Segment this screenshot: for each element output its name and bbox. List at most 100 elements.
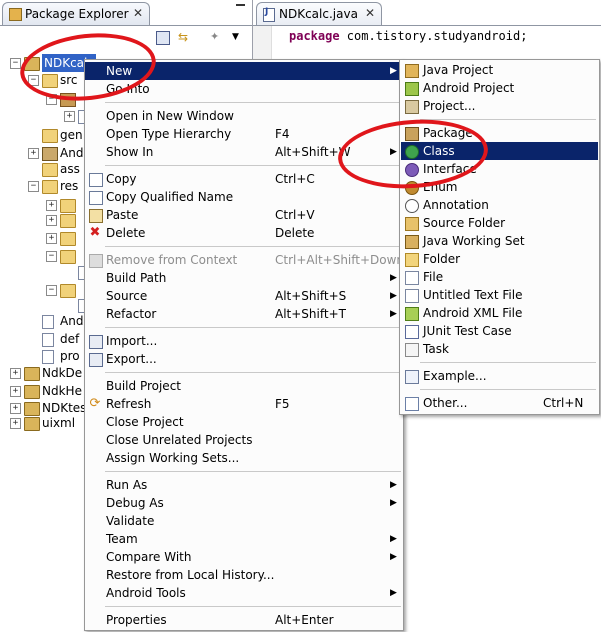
menu-item-shortcut: F5: [275, 397, 290, 411]
expand-icon[interactable]: +: [28, 148, 39, 159]
collapse-icon[interactable]: −: [10, 58, 21, 69]
project-icon: [24, 417, 40, 431]
menu-item-label: Java Working Set: [423, 234, 525, 248]
menu-item-debug-as[interactable]: Debug As ▶: [85, 494, 403, 512]
expand-icon[interactable]: +: [10, 386, 21, 397]
menu-item-java-project[interactable]: Java Project: [401, 61, 598, 79]
menu-item-file[interactable]: File: [401, 268, 598, 286]
menu-item-label: Assign Working Sets...: [106, 451, 240, 465]
menu-item-project[interactable]: Project...: [401, 97, 598, 115]
menu-item-task[interactable]: Task: [401, 340, 598, 358]
menu-item-example[interactable]: Example...: [401, 367, 598, 385]
srcf-icon: [405, 217, 419, 231]
menu-item-close-unrelated-projects[interactable]: Close Unrelated Projects: [85, 431, 403, 449]
menu-item-close-project[interactable]: Close Project: [85, 413, 403, 431]
expand-icon[interactable]: +: [10, 368, 21, 379]
expand-icon[interactable]: +: [10, 403, 21, 414]
menu-item-run-as[interactable]: Run As ▶: [85, 476, 403, 494]
collapse-all-icon[interactable]: [156, 31, 170, 45]
menu-item-shortcut: Alt+Shift+T: [275, 307, 346, 321]
menu-item-shortcut: F4: [275, 127, 290, 141]
folder-icon: [60, 232, 76, 246]
package-explorer-icon: [9, 8, 22, 21]
expand-icon[interactable]: +: [64, 111, 75, 122]
menu-separator: [105, 372, 401, 373]
submenu-arrow-icon: ▶: [390, 309, 397, 319]
menu-item-untitled-text-file[interactable]: Untitled Text File: [401, 286, 598, 304]
menu-item-junit-test-case[interactable]: JUnit Test Case: [401, 322, 598, 340]
menu-item-annotation[interactable]: Annotation: [401, 196, 598, 214]
menu-separator: [420, 362, 596, 363]
menu-separator: [420, 119, 596, 120]
menu-item-open-in-new-window[interactable]: Open in New Window: [85, 107, 403, 125]
submenu-arrow-icon: ▶: [390, 534, 397, 544]
menu-item-label: Restore from Local History...: [106, 568, 275, 582]
menu-item-team[interactable]: Team ▶: [85, 530, 403, 548]
menu-item-label: Run As: [106, 478, 148, 492]
file-icon: [42, 333, 54, 347]
close-icon[interactable]: ✕: [365, 6, 375, 20]
menu-item-export[interactable]: Export...: [85, 350, 403, 368]
menu-item-properties[interactable]: Properties Alt+Enter: [85, 611, 403, 629]
menu-item-refresh[interactable]: ⟳ Refresh F5: [85, 395, 403, 413]
menu-item-label: File: [423, 270, 444, 284]
menu-item-label: Paste: [106, 208, 139, 222]
collapse-icon[interactable]: −: [46, 285, 57, 296]
menu-item-import[interactable]: Import...: [85, 332, 403, 350]
view-menu-icon[interactable]: ✦: [210, 31, 222, 43]
remove-icon: [89, 254, 103, 268]
expand-icon[interactable]: +: [46, 215, 57, 226]
junit-icon: [405, 325, 419, 339]
menu-item-assign-working-sets[interactable]: Assign Working Sets...: [85, 449, 403, 467]
menu-separator: [105, 471, 401, 472]
tree-item-label: NdkHe: [42, 384, 82, 398]
menu-item-refactor[interactable]: Refactor Alt+Shift+T ▶: [85, 305, 403, 323]
annot-icon: [405, 199, 419, 213]
editor-tab-label: NDKcalc.java: [279, 7, 358, 21]
menu-item-java-working-set[interactable]: Java Working Set: [401, 232, 598, 250]
menu-item-build-project[interactable]: Build Project: [85, 377, 403, 395]
menu-item-validate[interactable]: Validate: [85, 512, 403, 530]
menu-item-android-tools[interactable]: Android Tools ▶: [85, 584, 403, 602]
menu-item-shortcut: Ctrl+V: [275, 208, 315, 222]
menu-item-label: Build Path: [106, 271, 167, 285]
submenu-arrow-icon: ▶: [390, 480, 397, 490]
menu-item-source-folder[interactable]: Source Folder: [401, 214, 598, 232]
folder-icon: [405, 253, 419, 267]
menu-item-delete[interactable]: ✖ Delete Delete: [85, 224, 403, 242]
link-with-editor-icon[interactable]: ⇆: [178, 31, 190, 43]
file-icon: [405, 271, 419, 285]
package-explorer-tab[interactable]: Package Explorer ✕: [2, 2, 150, 25]
menu-item-other[interactable]: Other... Ctrl+N: [401, 394, 598, 412]
menu-item-label: Untitled Text File: [423, 288, 523, 302]
close-icon[interactable]: ✕: [133, 6, 143, 20]
menu-item-source[interactable]: Source Alt+Shift+S ▶: [85, 287, 403, 305]
menu-item-shortcut: Delete: [275, 226, 315, 240]
expand-icon[interactable]: +: [46, 233, 57, 244]
menu-item-android-project[interactable]: Android Project: [401, 79, 598, 97]
menu-item-paste[interactable]: Paste Ctrl+V: [85, 206, 403, 224]
lib-icon: [42, 147, 58, 161]
chevron-down-icon[interactable]: ▼: [232, 31, 244, 43]
axml-icon: [405, 307, 419, 321]
menu-item-copy-qualified-name[interactable]: Copy Qualified Name: [85, 188, 403, 206]
menu-item-label: Close Project: [106, 415, 184, 429]
collapse-icon[interactable]: −: [46, 251, 57, 262]
editor-tab-ndkcalc[interactable]: NDKcalc.java ✕: [256, 2, 382, 25]
menu-item-build-path[interactable]: Build Path ▶: [85, 269, 403, 287]
expand-icon[interactable]: +: [10, 418, 21, 429]
menu-item-label: Export...: [106, 352, 157, 366]
expand-icon[interactable]: +: [46, 200, 57, 211]
collapse-icon[interactable]: −: [28, 181, 39, 192]
folder-icon: [60, 284, 76, 298]
utf-icon: [405, 289, 419, 303]
menu-item-restore-from-local-history[interactable]: Restore from Local History...: [85, 566, 403, 584]
menu-item-label: Android Tools: [106, 586, 186, 600]
tree-item-label: res: [60, 179, 79, 193]
menu-item-android-xml-file[interactable]: Android XML File: [401, 304, 598, 322]
menu-separator: [420, 389, 596, 390]
menu-item-folder[interactable]: Folder: [401, 250, 598, 268]
menu-item-compare-with[interactable]: Compare With ▶: [85, 548, 403, 566]
menu-item-label: Android Project: [423, 81, 515, 95]
minimize-icon[interactable]: [236, 4, 245, 6]
